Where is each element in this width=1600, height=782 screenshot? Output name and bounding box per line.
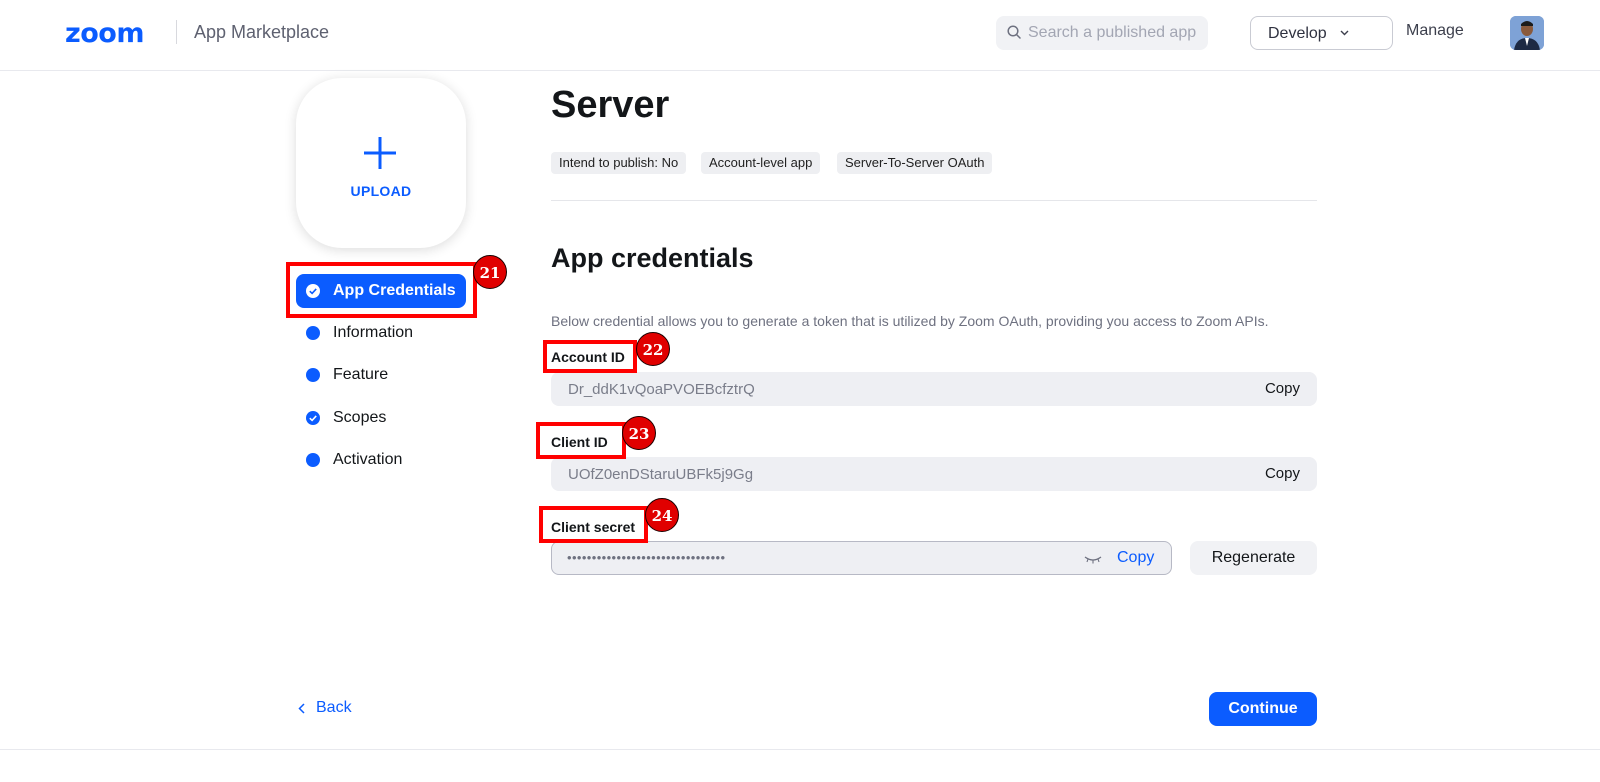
annotation-box-app-credentials — [286, 262, 477, 318]
step-scopes[interactable]: Scopes — [296, 401, 466, 435]
section-divider — [551, 200, 1317, 201]
logo-divider — [176, 20, 177, 44]
section-description: Below credential allows you to generate … — [551, 313, 1269, 329]
step-label: Information — [333, 324, 414, 341]
search-input[interactable] — [1026, 16, 1201, 50]
client-secret-field[interactable]: •••••••••••••••••••••••••••••••• Copy — [551, 541, 1172, 575]
tag-oauth-type: Server-To-Server OAuth — [837, 152, 993, 174]
step-activation[interactable]: Activation — [296, 443, 466, 477]
develop-dropdown[interactable]: Develop — [1250, 16, 1393, 50]
eye-closed-icon[interactable] — [1084, 554, 1102, 564]
step-label: Activation — [333, 451, 403, 468]
app-marketplace-title[interactable]: App Marketplace — [194, 22, 329, 43]
step-information[interactable]: Information — [296, 316, 466, 350]
step-dot-icon — [306, 326, 320, 340]
annotation-badge-21: 21 — [473, 255, 507, 289]
tag-publish: Intend to publish: No — [551, 152, 687, 174]
annotation-badge-23: 23 — [622, 416, 656, 450]
client-id-field[interactable]: UOfZ0enDStaruUBFk5j9Gg Copy — [551, 457, 1317, 491]
check-circle-icon — [306, 411, 320, 425]
upload-label: UPLOAD — [350, 183, 412, 199]
annotation-badge-24: 24 — [645, 498, 679, 532]
step-label: Feature — [333, 366, 389, 383]
annotation-badge-22: 22 — [636, 332, 670, 366]
regenerate-button[interactable]: Regenerate — [1190, 541, 1317, 575]
client-secret-value[interactable]: •••••••••••••••••••••••••••••••• — [567, 550, 725, 565]
continue-button[interactable]: Continue — [1209, 692, 1317, 726]
step-feature[interactable]: Feature — [296, 358, 466, 392]
avatar[interactable] — [1510, 16, 1544, 50]
search-icon — [1007, 25, 1021, 39]
step-dot-icon — [306, 453, 320, 467]
annotation-box-client-secret — [539, 506, 648, 543]
zoom-logo[interactable]: zoom — [65, 18, 144, 49]
chevron-left-icon — [298, 703, 305, 714]
top-navbar: zoom App Marketplace Develop Manage — [0, 0, 1600, 71]
client-id-value[interactable]: UOfZ0enDStaruUBFk5j9Gg — [568, 466, 753, 483]
annotation-box-account-id — [543, 340, 637, 373]
copy-client-id-button[interactable]: Copy — [1265, 465, 1300, 482]
step-dot-icon — [306, 368, 320, 382]
annotation-box-client-id — [536, 422, 626, 459]
back-label: Back — [316, 699, 352, 716]
footer-divider — [0, 749, 1600, 750]
upload-logo-card[interactable]: UPLOAD — [296, 78, 466, 248]
avatar-image-icon — [1510, 16, 1544, 50]
copy-account-id-button[interactable]: Copy — [1265, 380, 1300, 397]
page-title: Server — [551, 84, 670, 126]
step-label: Scopes — [333, 409, 387, 426]
chevron-down-icon — [1340, 30, 1349, 36]
account-id-value[interactable]: Dr_ddK1vQoaPVOEBcfztrQ — [568, 381, 755, 398]
manage-link[interactable]: Manage — [1406, 22, 1464, 40]
search-box[interactable] — [996, 16, 1208, 50]
copy-client-secret-button[interactable]: Copy — [1117, 549, 1154, 567]
tag-account-level: Account-level app — [701, 152, 821, 174]
section-title: App credentials — [551, 243, 754, 273]
plus-icon — [364, 137, 396, 169]
develop-label: Develop — [1268, 25, 1327, 42]
account-id-field[interactable]: Dr_ddK1vQoaPVOEBcfztrQ Copy — [551, 372, 1317, 406]
